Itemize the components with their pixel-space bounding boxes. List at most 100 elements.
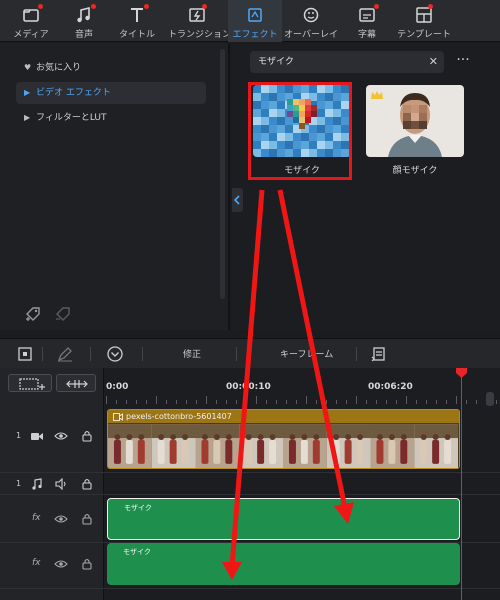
notification-dot xyxy=(144,4,149,9)
timecode: 00:06:20 xyxy=(368,382,413,392)
snap-button[interactable] xyxy=(56,374,96,392)
divider xyxy=(42,347,43,361)
eye-icon[interactable] xyxy=(54,513,68,525)
sidebar-scrollbar[interactable] xyxy=(220,49,225,299)
sidebar-item-label: ビデオ エフェクト xyxy=(36,88,111,98)
edit-button[interactable]: 修正 xyxy=(183,347,201,360)
audio-track-header: 1 xyxy=(0,476,104,496)
ruler-tick xyxy=(166,400,167,404)
video-track-header: 1 xyxy=(0,428,104,448)
add-track-button[interactable] xyxy=(8,374,52,392)
tab-effects[interactable]: エフェクト xyxy=(228,0,282,42)
collapse-panel-button[interactable] xyxy=(232,188,243,212)
eye-icon[interactable] xyxy=(54,558,68,570)
close-icon[interactable]: ✕ xyxy=(429,51,438,73)
text-t-icon xyxy=(127,6,147,24)
ruler-tick xyxy=(496,400,497,404)
overlay-icon xyxy=(301,6,321,24)
playhead-line[interactable] xyxy=(461,372,462,600)
sidebar-item-video-effects[interactable]: ▶ ビデオ エフェクト xyxy=(16,82,206,104)
remove-tag-icon[interactable] xyxy=(54,305,72,323)
music-note-icon xyxy=(30,478,44,490)
ruler-tick xyxy=(206,396,207,404)
tab-titles[interactable]: タイトル xyxy=(110,0,164,42)
ruler-tick xyxy=(276,400,277,404)
ruler-tick xyxy=(136,400,137,404)
top-tab-bar: メディア 音声 タイトル トランジション エフェクト オーバーレイ 字幕 テンプ… xyxy=(0,0,500,42)
tab-label: 字幕 xyxy=(357,30,376,40)
timeline-toolbar: 修正 キーフレーム xyxy=(0,338,500,368)
tab-transitions[interactable]: トランジション xyxy=(168,0,232,42)
ruler-tick xyxy=(176,400,177,404)
ruler-tick xyxy=(326,400,327,404)
crop-icon[interactable] xyxy=(16,345,34,363)
tab-subtitles[interactable]: 字幕 xyxy=(340,0,394,42)
timecode: 0:00 xyxy=(106,382,129,392)
notification-dot xyxy=(91,4,96,9)
lock-icon[interactable] xyxy=(80,478,94,490)
ruler-tick xyxy=(296,400,297,404)
sidebar-item-label: フィルターとLUT xyxy=(36,113,107,123)
mosaic-effect-clip[interactable]: モザイク xyxy=(107,498,460,540)
tab-label: 音声 xyxy=(74,30,93,40)
mosaic-effect-clip[interactable]: モザイク xyxy=(107,543,460,585)
video-clip-icon xyxy=(113,413,123,421)
ruler-tick xyxy=(476,400,477,404)
search-input[interactable]: モザイク ✕ xyxy=(250,51,444,73)
clip-name: モザイク xyxy=(123,548,151,556)
eye-icon[interactable] xyxy=(54,430,68,442)
fx-track-header: fx xyxy=(0,511,104,531)
sidebar-item-label: お気に入り xyxy=(36,63,82,73)
film-frame xyxy=(326,424,371,468)
lock-icon[interactable] xyxy=(80,513,94,525)
add-track-icon xyxy=(19,378,45,390)
lane-divider xyxy=(0,494,500,495)
media-folder-icon xyxy=(21,6,41,24)
tab-media[interactable]: メディア xyxy=(4,0,58,42)
effect-name: 顔モザイク xyxy=(392,166,438,176)
snap-icon xyxy=(66,380,88,388)
chevron-right-icon: ▶ xyxy=(24,113,31,122)
music-note-icon xyxy=(74,6,94,24)
tab-audio[interactable]: 音声 xyxy=(57,0,111,42)
lock-icon[interactable] xyxy=(80,430,94,442)
ruler-tick xyxy=(126,400,127,404)
ruler-tick xyxy=(436,400,437,404)
add-tag-icon[interactable] xyxy=(24,305,42,323)
ruler-tick xyxy=(446,400,447,404)
film-frame xyxy=(195,424,240,468)
camera-icon xyxy=(30,430,44,442)
clip-title: pexels-cottonbro-5601407 xyxy=(108,410,459,423)
ruler-tick xyxy=(466,400,467,404)
highlight-box xyxy=(248,82,352,180)
video-clip[interactable]: pexels-cottonbro-5601407 xyxy=(107,409,460,469)
search-value: モザイク xyxy=(258,57,294,67)
tab-label: オーバーレイ xyxy=(284,30,338,40)
ruler-tick xyxy=(406,396,407,404)
sidebar-item-filters-lut[interactable]: ▶ フィルターとLUT xyxy=(16,107,206,129)
speaker-icon[interactable] xyxy=(54,477,68,491)
lock-icon[interactable] xyxy=(80,558,94,570)
playhead-handle[interactable] xyxy=(456,368,467,378)
tab-label: エフェクト xyxy=(232,30,278,40)
tab-overlay[interactable]: オーバーレイ xyxy=(282,0,340,42)
ruler-tick xyxy=(196,400,197,404)
ruler-tick xyxy=(416,400,417,404)
export-list-icon[interactable] xyxy=(370,345,388,363)
chevron-down-icon[interactable] xyxy=(106,345,124,363)
tab-templates[interactable]: テンプレート xyxy=(394,0,454,42)
sidebar-item-favorites[interactable]: ♥ お気に入り xyxy=(16,57,206,79)
ruler-tick xyxy=(246,400,247,404)
ruler-tick xyxy=(236,400,237,404)
ruler-tick xyxy=(106,396,107,404)
timeline-scrollbar[interactable] xyxy=(486,392,494,406)
notification-dot xyxy=(374,4,379,9)
track-number: 1 xyxy=(16,479,22,488)
more-options-button[interactable]: ··· xyxy=(454,51,472,73)
tab-label: トランジション xyxy=(168,30,232,40)
time-ruler[interactable]: 0:00 00:00:10 00:06:20 xyxy=(104,368,500,408)
pen-icon[interactable] xyxy=(56,345,74,363)
tab-label: テンプレート xyxy=(397,30,451,40)
keyframe-button[interactable]: キーフレーム xyxy=(280,347,333,360)
ruler-tick xyxy=(316,400,317,404)
